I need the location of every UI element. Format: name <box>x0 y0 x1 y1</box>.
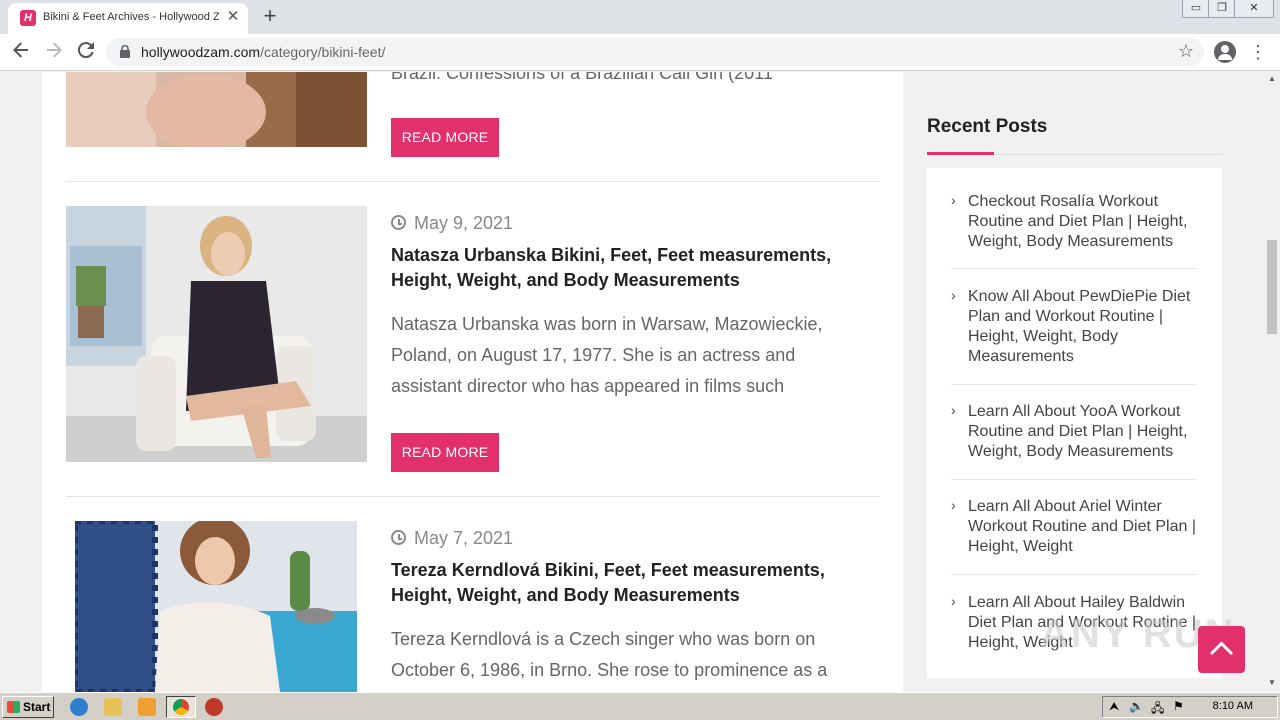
new-tab-button[interactable]: + <box>258 4 282 28</box>
page-scrollbar[interactable]: ▲ ▼ <box>1264 72 1280 692</box>
read-more-button[interactable]: READ MORE <box>391 118 499 157</box>
recent-post-link[interactable]: Learn All About Ariel Winter Workout Rou… <box>968 497 1200 557</box>
chevron-up-icon <box>1209 641 1234 656</box>
post-date-text: May 9, 2021 <box>414 213 514 233</box>
volume-icon[interactable]: 🔈 <box>1129 699 1144 713</box>
recent-post-link[interactable]: Know All About PewDiePie Diet Plan and W… <box>968 287 1200 367</box>
recent-post-link[interactable]: Checkout Rosalía Workout Routine and Die… <box>968 192 1200 252</box>
taskbar: Start ⮝ 🔈 🖧 ⚑ 8:10 AM <box>0 692 1280 720</box>
main-content: Brazil: Confessions of a Brazilian Call … <box>42 72 903 692</box>
taskbar-clock: 8:10 AM <box>1212 700 1253 712</box>
site-favicon-icon: H <box>20 10 36 26</box>
post-thumbnail[interactable] <box>66 206 367 462</box>
clock-icon <box>391 530 406 545</box>
list-divider <box>951 574 1197 575</box>
bookmark-star-icon[interactable]: ☆ <box>1178 41 1194 62</box>
windows-logo-icon <box>7 701 20 713</box>
list-divider <box>951 384 1197 385</box>
url-path: /category/bikini-feet/ <box>260 44 386 60</box>
internet-explorer-icon[interactable] <box>70 698 88 716</box>
chevron-right-icon: › <box>951 593 956 609</box>
post-excerpt: Tereza Kerndlová is a Czech singer who w… <box>391 629 828 680</box>
scrollbar-thumb[interactable] <box>1267 240 1277 334</box>
folder-icon[interactable] <box>104 698 122 716</box>
window-close-button[interactable]: ✕ <box>1234 0 1274 18</box>
chevron-right-icon: › <box>951 402 956 418</box>
profile-avatar-icon[interactable] <box>1214 41 1236 63</box>
recent-posts-heading: Recent Posts <box>927 116 1048 137</box>
back-arrow-icon[interactable] <box>9 40 33 64</box>
address-bar[interactable]: hollywoodzam.com/category/bikini-feet/ ☆ <box>106 38 1204 66</box>
post-date: May 9, 2021 <box>391 213 513 234</box>
post-divider <box>66 181 880 182</box>
post-excerpt: Brazil: Confessions of a Brazilian Call … <box>391 72 773 83</box>
scroll-to-top-button[interactable] <box>1198 626 1245 673</box>
post-date-text: May 7, 2021 <box>414 528 514 548</box>
list-divider <box>951 479 1197 480</box>
clock-icon <box>391 215 406 230</box>
chevron-right-icon: › <box>951 192 956 208</box>
start-label: Start <box>23 700 51 714</box>
chevron-right-icon: › <box>951 497 956 513</box>
chrome-taskbar-button[interactable] <box>166 696 196 718</box>
read-more-button[interactable]: READ MORE <box>391 433 499 472</box>
post-thumbnail[interactable] <box>66 72 367 147</box>
tray-arrow-icon[interactable]: ⮝ <box>1109 699 1119 714</box>
recent-posts-list: › Checkout Rosalía Workout Routine and D… <box>927 168 1222 678</box>
flag-icon[interactable]: ⚑ <box>1173 699 1184 713</box>
media-player-icon[interactable] <box>138 698 156 716</box>
chrome-icon <box>173 699 189 715</box>
post-excerpt: Natasza Urbanska was born in Warsaw, Maz… <box>391 314 823 396</box>
recent-post-link[interactable]: Learn All About YooA Workout Routine and… <box>968 402 1200 462</box>
lock-icon <box>120 45 130 58</box>
kebab-menu-icon[interactable]: ⋮ <box>1248 40 1268 64</box>
url-text: hollywoodzam.com/category/bikini-feet/ <box>141 44 385 60</box>
restore-button[interactable]: ❐ <box>1208 0 1236 18</box>
start-button[interactable]: Start <box>2 696 54 718</box>
security-alert-icon[interactable] <box>205 698 223 716</box>
browser-tab[interactable]: H Bikini & Feet Archives - Hollywood Zam… <box>8 3 248 34</box>
list-divider <box>951 268 1197 269</box>
post-title-link[interactable]: Natasza Urbanska Bikini, Feet, Feet meas… <box>391 243 883 293</box>
network-icon[interactable]: 🖧 <box>1151 699 1164 720</box>
chevron-right-icon: › <box>951 287 956 303</box>
tab-strip: H Bikini & Feet Archives - Hollywood Zam… <box>0 0 1280 34</box>
page-viewport: Brazil: Confessions of a Brazilian Call … <box>0 72 1264 692</box>
scroll-up-arrow-icon[interactable]: ▲ <box>1267 74 1277 83</box>
sidebar: Recent Posts › Checkout Rosalía Workout … <box>903 72 1264 692</box>
post-thumbnail[interactable] <box>75 521 357 692</box>
minimize-button[interactable]: ▭ <box>1182 0 1210 18</box>
toolbar: hollywoodzam.com/category/bikini-feet/ ☆… <box>0 34 1280 71</box>
heading-accent-bar <box>927 152 994 155</box>
url-host: hollywoodzam.com <box>141 44 261 60</box>
tab-close-icon[interactable]: ✕ <box>224 8 242 26</box>
reload-icon[interactable] <box>74 40 98 64</box>
system-tray: ⮝ 🔈 🖧 ⚑ 8:10 AM <box>1102 696 1278 718</box>
post-divider <box>66 496 880 497</box>
post-date: May 7, 2021 <box>391 528 513 549</box>
scroll-down-arrow-icon[interactable]: ▼ <box>1267 678 1277 687</box>
tab-title: Bikini & Feet Archives - Hollywood Zam <box>43 11 219 23</box>
forward-arrow-icon[interactable] <box>42 40 66 64</box>
post-title-link[interactable]: Tereza Kerndlová Bikini, Feet, Feet meas… <box>391 558 886 608</box>
